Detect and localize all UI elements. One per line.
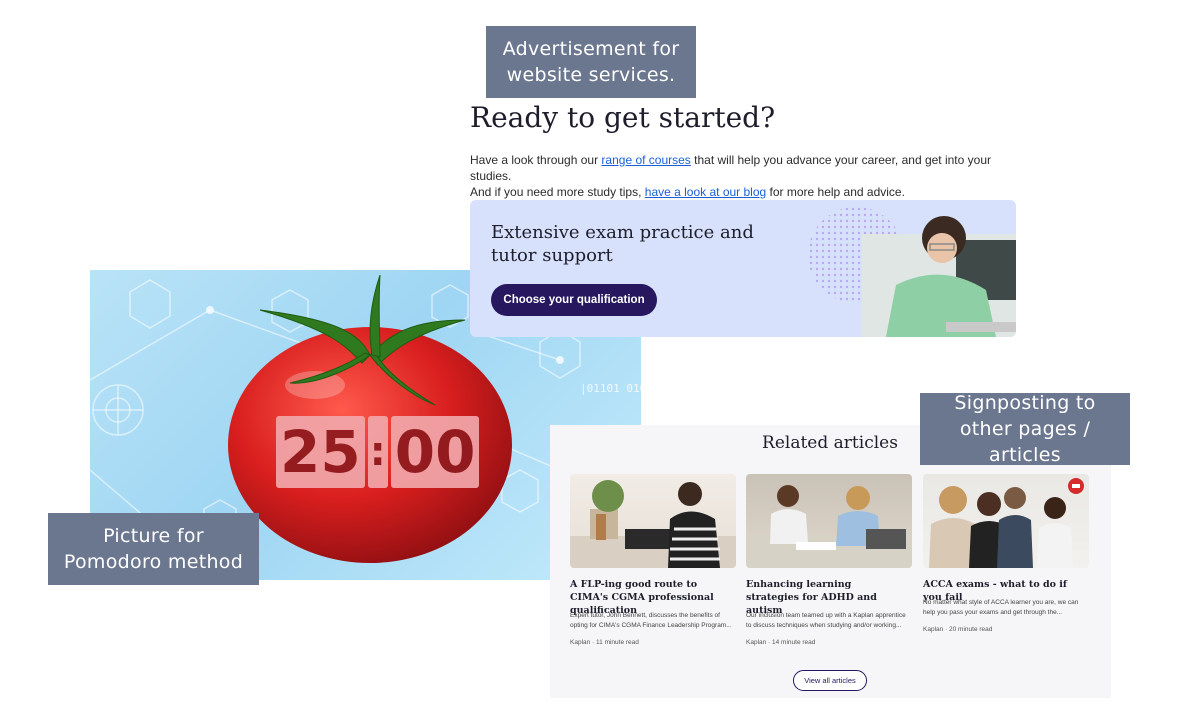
promo-banner: Extensive exam practice and tutor suppor… — [470, 200, 1016, 337]
signposting-annotation: Signposting to other pages / articles — [920, 392, 1130, 466]
article-image — [570, 474, 736, 568]
page-heading: Ready to get started? — [470, 101, 776, 134]
pomodoro-annotation: Picture for Pomodoro method — [48, 513, 259, 585]
timer-separator: : — [367, 416, 388, 488]
article-image — [746, 474, 912, 568]
article-card[interactable]: Enhancing learning strategies for ADHD a… — [746, 474, 912, 654]
article-meta: Kaplan · 11 minute read — [570, 639, 639, 646]
article-description: Our inclusion team teamed up with a Kapl… — [746, 612, 906, 629]
intro-text: Have a look through our — [470, 153, 602, 167]
article-card[interactable]: ACCA exams - what to do if you fail No m… — [923, 474, 1089, 654]
article-meta: Kaplan · 14 minute read — [746, 639, 816, 646]
view-all-articles-button[interactable]: View all articles — [793, 670, 867, 691]
intro-line-1: Have a look through our range of courses… — [470, 152, 1030, 184]
woman-at-laptop-photo — [570, 480, 736, 568]
blog-link[interactable]: have a look at our blog — [645, 185, 766, 199]
article-description: No matter what style of ACCA learner you… — [923, 599, 1079, 616]
choose-qualification-button[interactable]: Choose your qualification — [491, 284, 657, 316]
article-image — [923, 474, 1089, 568]
timer-seconds: 00 — [390, 416, 480, 488]
intro-text: for more help and advice. — [766, 185, 905, 199]
student-photo — [808, 207, 1016, 337]
article-description: Expert tutor, John Bennett, discusses th… — [570, 612, 732, 629]
advertisement-annotation: Advertisement for website services. — [486, 26, 696, 98]
intro-line-2: And if you need more study tips, have a … — [470, 184, 1030, 200]
intro-paragraph: Have a look through our range of courses… — [470, 152, 1030, 200]
colleagues-meeting-photo — [929, 478, 1084, 568]
timer-display: 25 : 00 — [276, 416, 480, 488]
binary-text: |01101 0101 — [580, 382, 641, 395]
timer-minutes: 25 — [276, 416, 365, 488]
students-studying-photo — [746, 485, 912, 568]
intro-text: And if you need more study tips, — [470, 185, 645, 199]
promo-title: Extensive exam practice and tutor suppor… — [491, 222, 754, 266]
article-meta: Kaplan · 20 minute read — [923, 626, 993, 633]
article-card[interactable]: A FLP-ing good route to CIMA's CGMA prof… — [570, 474, 736, 654]
range-of-courses-link[interactable]: range of courses — [601, 153, 690, 167]
